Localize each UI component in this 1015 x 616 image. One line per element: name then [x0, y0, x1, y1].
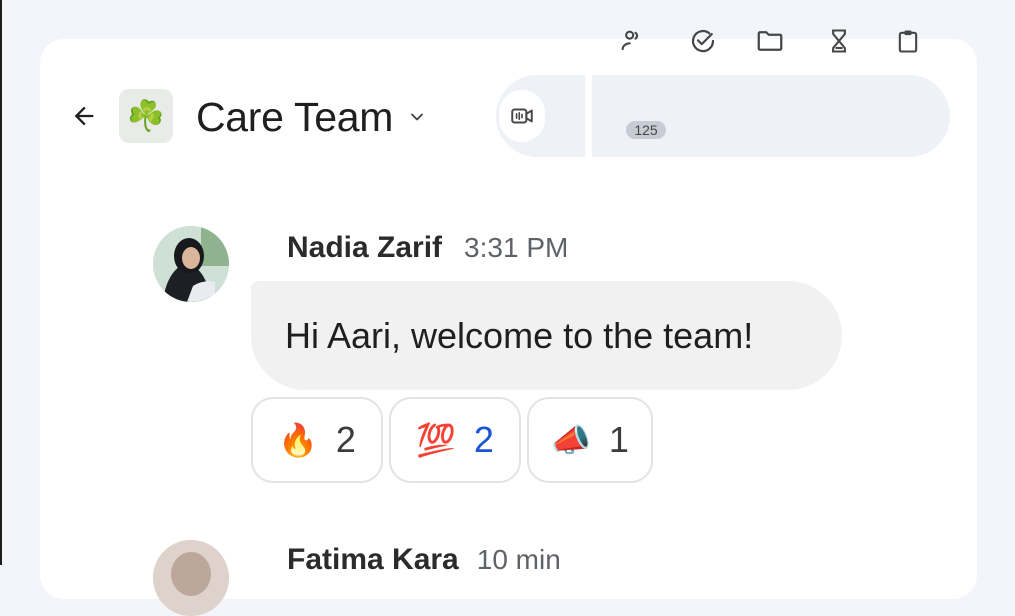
reaction-count: 2 [473, 419, 494, 460]
people-icon [621, 30, 639, 51]
message-bubble[interactable]: Hi Aari, welcome to the team! [251, 281, 842, 390]
message-timestamp: 3:31 PM [464, 232, 569, 263]
reaction-chip[interactable]: 🔥 2 [251, 397, 383, 483]
avatar[interactable] [153, 226, 229, 302]
clipboard-icon [898, 30, 918, 53]
fire-emoji-icon: 🔥 [278, 422, 318, 458]
space-name: Care Team [196, 93, 394, 140]
space-toolbar [592, 75, 950, 157]
reaction-chip[interactable]: 💯 2 [389, 397, 521, 483]
back-button[interactable] [66, 98, 102, 134]
arrow-back-icon [74, 106, 94, 126]
space-emoji-icon: ☘️ [119, 89, 173, 143]
message-header: Fatima Kara 10 min [287, 540, 561, 580]
avatar[interactable] [153, 540, 229, 616]
message-timestamp: 10 min [476, 544, 561, 575]
space-title-dropdown[interactable]: Care Team [196, 92, 427, 142]
sender-name[interactable]: Fatima Kara [287, 543, 459, 577]
workflow-button[interactable] [819, 21, 859, 61]
reaction-chip[interactable]: 📣 1 [527, 397, 653, 483]
members-button[interactable] [612, 21, 652, 61]
folder-icon [757, 31, 783, 51]
reaction-count: 2 [335, 419, 356, 460]
member-count-badge: 125 [626, 121, 666, 139]
tasks-button[interactable] [683, 21, 723, 61]
message-text: Hi Aari, welcome to the team! [285, 314, 754, 356]
message-header: Nadia Zarif 3:31 PM [287, 228, 568, 268]
hundred-emoji-icon: 💯 [416, 422, 456, 458]
reaction-count: 1 [608, 419, 629, 460]
sender-name[interactable]: Nadia Zarif [287, 231, 442, 265]
chevron-down-icon [407, 107, 427, 127]
video-call-button[interactable] [499, 90, 545, 142]
task-check-icon [691, 29, 715, 53]
window-edge [0, 0, 2, 565]
video-call-group [496, 75, 585, 157]
files-button[interactable] [750, 21, 790, 61]
video-call-icon [511, 108, 533, 124]
clipboard-button[interactable] [888, 21, 928, 61]
hourglass-icon [832, 29, 846, 53]
megaphone-emoji-icon: 📣 [551, 422, 591, 458]
